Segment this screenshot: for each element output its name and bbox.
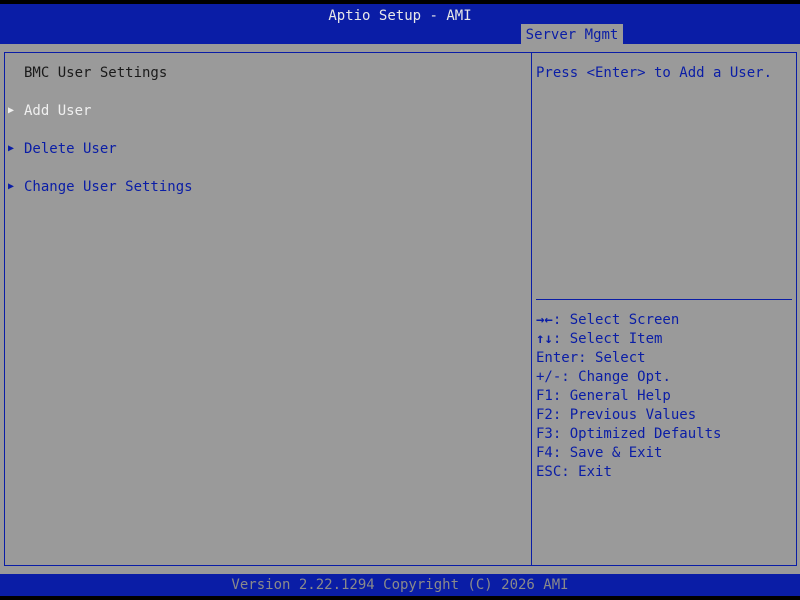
key-hint-f4: F4: Save & Exit: [536, 445, 663, 461]
footer-bar: Version 2.22.1294 Copyright (C) 2026 AMI: [0, 574, 800, 596]
settings-panel: BMC User Settings ▶ Add User ▶ Delete Us…: [4, 52, 532, 566]
help-text: Press <Enter> to Add a User.: [536, 65, 773, 81]
key-legend: →←: Select Screen ↑↓: Select Item Enter:…: [536, 311, 792, 482]
header-bar: Aptio Setup - AMI Server Mgmt: [0, 4, 800, 48]
key-hint-f3: F3: Optimized Defaults: [536, 426, 722, 442]
key-hint-change-opt: +/-: Change Opt.: [536, 369, 671, 385]
main-area: BMC User Settings ▶ Add User ▶ Delete Us…: [0, 44, 800, 574]
help-panel: Press <Enter> to Add a User. →←: Select …: [531, 52, 797, 566]
app-title: Aptio Setup - AMI: [328, 8, 472, 24]
menu-item-label: Add User: [24, 103, 92, 119]
key-hint-enter: Enter: Select: [536, 350, 646, 366]
version-text: Version 2.22.1294 Copyright (C) 2026 AMI: [231, 577, 569, 593]
help-divider: [536, 299, 792, 300]
submenu-arrow-icon: ▶: [8, 181, 15, 192]
bios-setup-screen: Aptio Setup - AMI Server Mgmt BMC User S…: [0, 0, 800, 600]
key-hint-select-screen: →←: Select Screen: [536, 312, 680, 328]
key-hint-f2: F2: Previous Values: [536, 407, 697, 423]
key-hint-f1: F1: General Help: [536, 388, 671, 404]
menu-item-label: Change User Settings: [24, 179, 193, 195]
submenu-arrow-icon: ▶: [8, 143, 15, 154]
key-hint-select-item: ↑↓: Select Item: [536, 331, 663, 347]
menu-item-label: Delete User: [24, 141, 117, 157]
key-hint-esc: ESC: Exit: [536, 464, 612, 480]
section-title: BMC User Settings: [24, 65, 168, 81]
submenu-arrow-icon: ▶: [8, 105, 15, 116]
